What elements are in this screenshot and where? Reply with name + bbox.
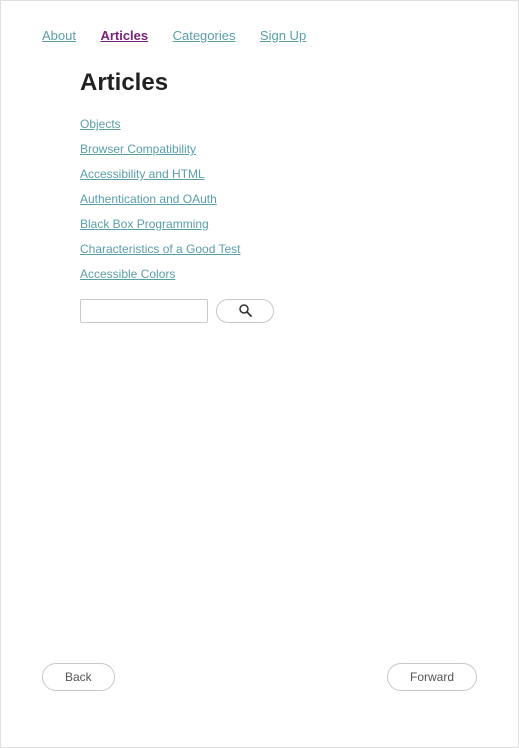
search-row (80, 299, 518, 323)
article-link[interactable]: Accessibility and HTML (80, 167, 205, 181)
list-item: Browser Compatibility (80, 140, 518, 158)
list-item: Authentication and OAuth (80, 190, 518, 208)
article-link[interactable]: Accessible Colors (80, 267, 175, 281)
article-link[interactable]: Authentication and OAuth (80, 192, 217, 206)
list-item: Accessible Colors (80, 265, 518, 283)
list-item: Accessibility and HTML (80, 165, 518, 183)
nav-categories[interactable]: Categories (173, 28, 236, 43)
forward-button[interactable]: Forward (387, 663, 477, 691)
article-link[interactable]: Characteristics of a Good Test (80, 242, 241, 256)
page-title: Articles (80, 69, 518, 97)
search-button[interactable] (216, 299, 274, 323)
back-button[interactable]: Back (42, 663, 115, 691)
list-item: Characteristics of a Good Test (80, 240, 518, 258)
main-content: Articles Objects Browser Compatibility A… (1, 45, 518, 323)
nav-signup[interactable]: Sign Up (260, 28, 306, 43)
article-link[interactable]: Black Box Programming (80, 217, 209, 231)
list-item: Objects (80, 115, 518, 133)
bottom-nav: Back Forward (1, 663, 518, 691)
top-nav: About Articles Categories Sign Up (1, 1, 518, 45)
list-item: Black Box Programming (80, 215, 518, 233)
nav-about[interactable]: About (42, 28, 76, 43)
article-link[interactable]: Objects (80, 117, 121, 131)
nav-articles[interactable]: Articles (100, 28, 148, 43)
article-link[interactable]: Browser Compatibility (80, 142, 196, 156)
search-icon (238, 303, 252, 320)
search-input[interactable] (80, 299, 208, 323)
article-list: Objects Browser Compatibility Accessibil… (80, 115, 518, 283)
